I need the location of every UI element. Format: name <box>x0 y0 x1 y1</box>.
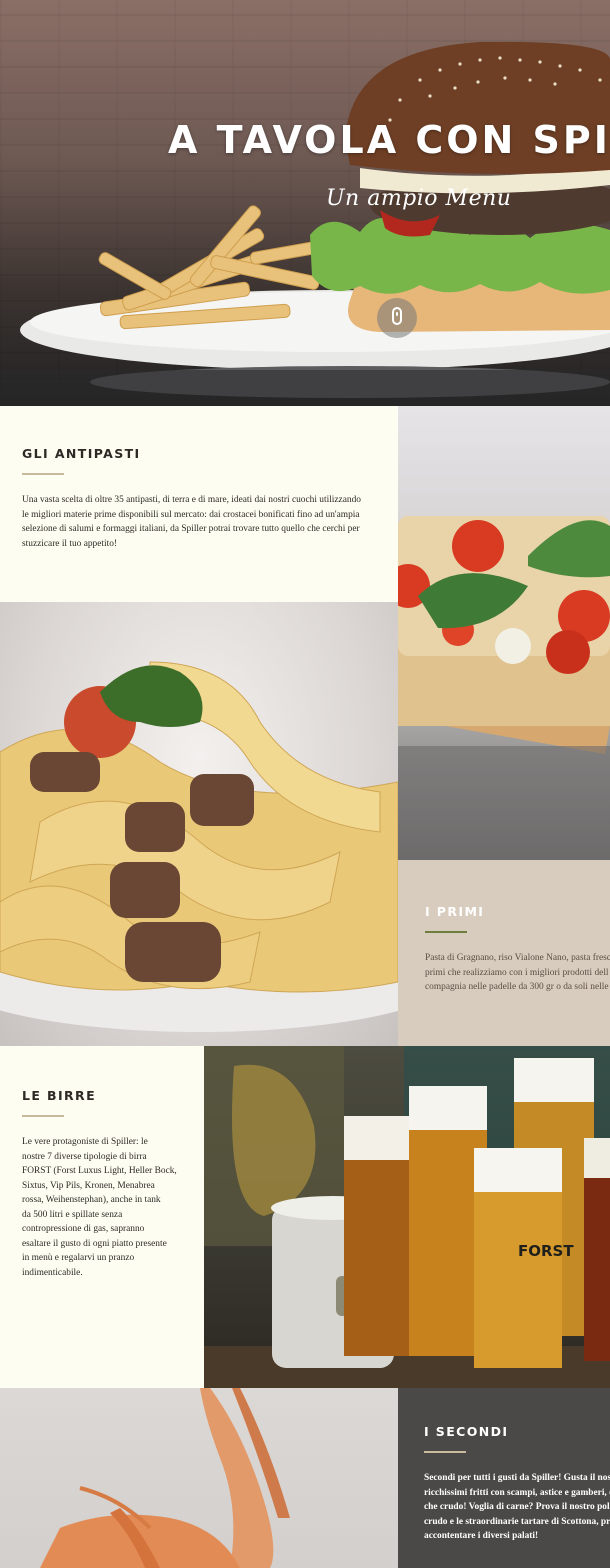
secondi-line: accontentare i diversi palati! <box>424 1531 539 1541</box>
primi-line: Pasta di Gragnano, riso Vialone Nano, pa… <box>425 953 610 963</box>
primi-description: Pasta di Gragnano, riso Vialone Nano, pa… <box>425 951 610 995</box>
secondi-heading: I SECONDI <box>424 1424 509 1439</box>
birre-line: nostre 7 diverse tipologie di birra <box>22 1151 147 1162</box>
secondi-line: ricchissimi fritti con scampi, astice e … <box>424 1487 610 1498</box>
secondi-line: crudo e le straordinarie tartare di Scot… <box>424 1516 610 1527</box>
heading-divider <box>22 1115 64 1117</box>
birre-line: contropressione di gas, sapranno <box>22 1224 145 1234</box>
birre-line: in menù e regalarvi un pranzo <box>22 1253 135 1263</box>
hero-subtitle: Un ampio Menu <box>326 186 512 211</box>
birre-section: LE BIRRE Le vere protagoniste di Spiller… <box>0 1046 204 1388</box>
birre-line: esaltare il gusto di ogni piatto present… <box>22 1238 167 1249</box>
birre-line: FORST (Forst Luxus Light, Heller Bock, <box>22 1166 177 1176</box>
forst-beers-photo: FORST <box>204 1046 610 1388</box>
secondi-line: Secondi per tutti i gusti da Spiller! Gu… <box>424 1473 610 1483</box>
primi-section: I PRIMI Pasta di Gragnano, riso Vialone … <box>398 860 610 1046</box>
antipasti-description: Una vasta scelta di oltre 35 antipasti, … <box>22 493 376 551</box>
antipasti-line: stuzzicare il tuo appetito! <box>22 538 118 549</box>
antipasti-line: selezione di salumi e formaggi italiani,… <box>22 524 360 534</box>
heading-divider <box>425 931 467 933</box>
birre-line: da 500 litri e spillate senza <box>22 1209 123 1220</box>
heading-divider <box>22 473 64 475</box>
antipasti-line: le migliori materie prime disponibili su… <box>22 509 360 520</box>
secondi-line: che crudo! Voglia di carne? Prova il nos… <box>424 1502 610 1512</box>
birre-line: rossa, Weihenstephan), anche in tank <box>22 1195 161 1205</box>
antipasti-section: GLI ANTIPASTI Una vasta scelta di oltre … <box>0 406 398 602</box>
birre-line: Sixtus, Vip Pils, Kronen, Menabrea <box>22 1180 155 1191</box>
bruschetta-photo <box>398 406 610 860</box>
hero-banner: A TAVOLA CON SPILLER Un ampio Menu <box>0 0 610 406</box>
birre-description: Le vere protagoniste di Spiller: le nost… <box>22 1135 182 1280</box>
heading-divider <box>424 1451 466 1453</box>
primi-line: primi che realizziamo con i migliori pro… <box>425 967 609 978</box>
mouse-scroll-icon <box>392 307 402 325</box>
burger-and-fries-photo <box>0 41 610 406</box>
hero-title: A TAVOLA CON SPILLER <box>168 118 610 162</box>
primi-heading: I PRIMI <box>425 904 485 919</box>
pappardelle-photo <box>0 602 398 1046</box>
antipasti-line: Una vasta scelta di oltre 35 antipasti, … <box>22 495 361 505</box>
secondi-description: Secondi per tutti i gusti da Spiller! Gu… <box>424 1471 610 1544</box>
birre-line: indimenticabile. <box>22 1267 83 1278</box>
birre-line: Le vere protagoniste di Spiller: le <box>22 1137 148 1147</box>
primi-line: compagnia nelle padelle da 300 gr o da s… <box>425 982 609 992</box>
scroll-down-button[interactable] <box>377 298 417 338</box>
antipasti-heading: GLI ANTIPASTI <box>22 446 141 461</box>
birre-heading: LE BIRRE <box>22 1088 97 1103</box>
secondi-section: I SECONDI Secondi per tutti i gusti da S… <box>398 1388 610 1568</box>
forst-label: FORST <box>518 1242 574 1260</box>
scampi-photo <box>0 1388 398 1568</box>
